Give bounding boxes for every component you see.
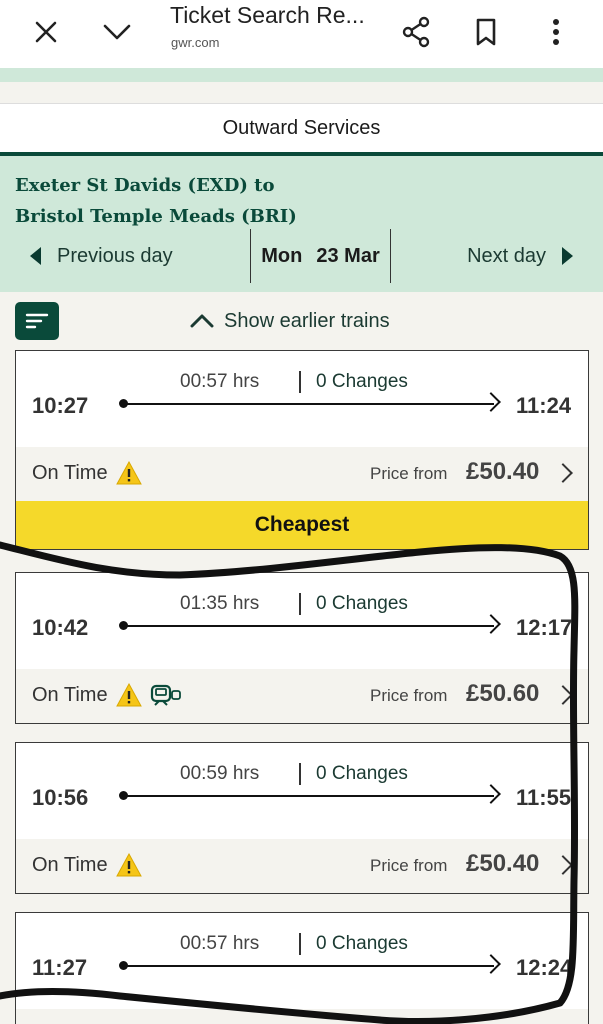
close-icon bbox=[35, 21, 57, 43]
warning-icon[interactable] bbox=[115, 853, 142, 877]
bookmark-icon bbox=[476, 18, 496, 46]
route-line bbox=[122, 965, 494, 967]
price-from-label: Price from bbox=[370, 686, 448, 705]
journey-duration: 00:57 hrs bbox=[180, 933, 260, 954]
expand-button[interactable] bbox=[93, 8, 141, 56]
status-label: On Time bbox=[32, 683, 108, 706]
arrow-icon bbox=[481, 392, 501, 412]
journey-summary: 00:57 hrs 0 Changes 10:27 11:24 bbox=[16, 351, 588, 447]
price-from-label: Price from bbox=[370, 856, 448, 875]
more-button[interactable] bbox=[532, 8, 580, 56]
arrival-time: 11:24 bbox=[516, 393, 572, 418]
warning-icon[interactable] bbox=[115, 683, 142, 707]
journey-duration: 01:35 hrs bbox=[180, 593, 260, 614]
route-destination: Bristol Temple Meads (BRI) bbox=[15, 206, 297, 227]
show-earlier-trains-button[interactable]: Show earlier trains bbox=[190, 304, 390, 338]
chevron-right-icon bbox=[553, 685, 573, 705]
caret-right-icon bbox=[562, 247, 573, 265]
chevron-up-icon bbox=[190, 314, 214, 328]
journey-summary: 01:35 hrs 0 Changes 10:42 12:17 bbox=[16, 573, 588, 669]
arrow-icon bbox=[481, 784, 501, 804]
price: £50.60 bbox=[466, 680, 540, 707]
arrival-time: 12:24 bbox=[516, 955, 573, 980]
bookmark-button[interactable] bbox=[462, 8, 510, 56]
price: £50.40 bbox=[466, 850, 540, 877]
status: On Time bbox=[32, 683, 182, 707]
route-origin: Exeter St Davids (EXD) to bbox=[15, 175, 275, 196]
status: On Time bbox=[32, 853, 142, 877]
journey-summary: 00:59 hrs 0 Changes 10:56 11:55 bbox=[16, 743, 588, 839]
status: On Time bbox=[32, 461, 142, 485]
chevron-right-icon bbox=[553, 855, 573, 875]
journey-changes: 0 Changes bbox=[316, 763, 408, 784]
separator bbox=[299, 593, 301, 615]
header-strip bbox=[0, 68, 603, 82]
price-row[interactable]: On Time Price from £50.40 bbox=[16, 839, 588, 893]
warning-icon[interactable] bbox=[115, 461, 142, 485]
page-domain: gwr.com bbox=[171, 35, 220, 50]
route-line bbox=[122, 795, 494, 797]
departure-time: 10:42 bbox=[32, 615, 89, 640]
close-button[interactable] bbox=[22, 8, 70, 56]
price-row[interactable]: On Time Price from £50.60 bbox=[16, 669, 588, 723]
route-line bbox=[122, 625, 494, 627]
journey-changes: 0 Changes bbox=[316, 933, 408, 954]
journey-changes: 0 Changes bbox=[316, 371, 408, 392]
route-panel: Exeter St Davids (EXD) to Bristol Temple… bbox=[0, 156, 603, 292]
chevron-down-icon bbox=[103, 24, 131, 40]
next-day-button[interactable]: Next day bbox=[467, 229, 573, 283]
price: £50.40 bbox=[466, 458, 540, 485]
journey-duration: 00:57 hrs bbox=[180, 371, 260, 392]
arrow-icon bbox=[481, 954, 501, 974]
separator bbox=[299, 933, 301, 955]
day-name: Mon bbox=[261, 244, 303, 267]
price-from-label: Price from bbox=[370, 464, 448, 483]
separator bbox=[299, 371, 301, 393]
next-day-label: Next day bbox=[467, 244, 546, 267]
departure-time: 11:27 bbox=[32, 955, 88, 980]
cheapest-badge: Cheapest bbox=[16, 501, 588, 549]
train-card[interactable]: 00:57 hrs 0 Changes 11:27 12:24 bbox=[15, 912, 589, 1024]
spacer bbox=[0, 82, 603, 104]
status-label: On Time bbox=[32, 461, 108, 484]
page-title: Ticket Search Re... bbox=[170, 2, 365, 28]
departure-time: 10:27 bbox=[32, 393, 89, 418]
arrow-icon bbox=[481, 614, 501, 634]
status-label: On Time bbox=[32, 853, 108, 876]
more-vert-icon bbox=[553, 19, 559, 45]
price-row[interactable]: On Time Price from £50.40 bbox=[16, 447, 588, 501]
day-date: 23 Mar bbox=[316, 244, 380, 267]
previous-day-button[interactable]: Previous day bbox=[30, 229, 173, 283]
previous-day-label: Previous day bbox=[57, 244, 173, 267]
filter-button[interactable] bbox=[15, 302, 59, 340]
journey-duration: 00:59 hrs bbox=[180, 763, 260, 784]
browser-toolbar: Ticket Search Re... gwr.com bbox=[0, 0, 603, 68]
arrival-time: 12:17 bbox=[516, 615, 573, 640]
selected-day: Mon 23 Mar bbox=[250, 229, 391, 283]
separator bbox=[299, 763, 301, 785]
arrival-time: 11:55 bbox=[516, 785, 572, 810]
chevron-right-icon bbox=[553, 463, 573, 483]
caret-left-icon bbox=[30, 247, 41, 265]
show-earlier-label: Show earlier trains bbox=[224, 309, 390, 332]
train-seat-icon[interactable] bbox=[150, 683, 182, 707]
train-card[interactable]: 00:57 hrs 0 Changes 10:27 11:24 On Time … bbox=[15, 350, 589, 550]
share-icon bbox=[402, 16, 430, 48]
route-title: Exeter St Davids (EXD) to Bristol Temple… bbox=[15, 170, 297, 232]
train-card[interactable]: 00:59 hrs 0 Changes 10:56 11:55 On Time … bbox=[15, 742, 589, 894]
share-button[interactable] bbox=[392, 8, 440, 56]
filter-lines-icon bbox=[25, 313, 49, 329]
departure-time: 10:56 bbox=[32, 785, 89, 810]
day-navigation: Previous day Mon 23 Mar Next day bbox=[0, 229, 603, 283]
train-card[interactable]: 01:35 hrs 0 Changes 10:42 12:17 On Time … bbox=[15, 572, 589, 724]
route-line bbox=[122, 403, 494, 405]
outward-services-heading: Outward Services bbox=[0, 103, 603, 153]
journey-changes: 0 Changes bbox=[316, 593, 408, 614]
journey-summary: 00:57 hrs 0 Changes 11:27 12:24 bbox=[16, 913, 588, 1009]
